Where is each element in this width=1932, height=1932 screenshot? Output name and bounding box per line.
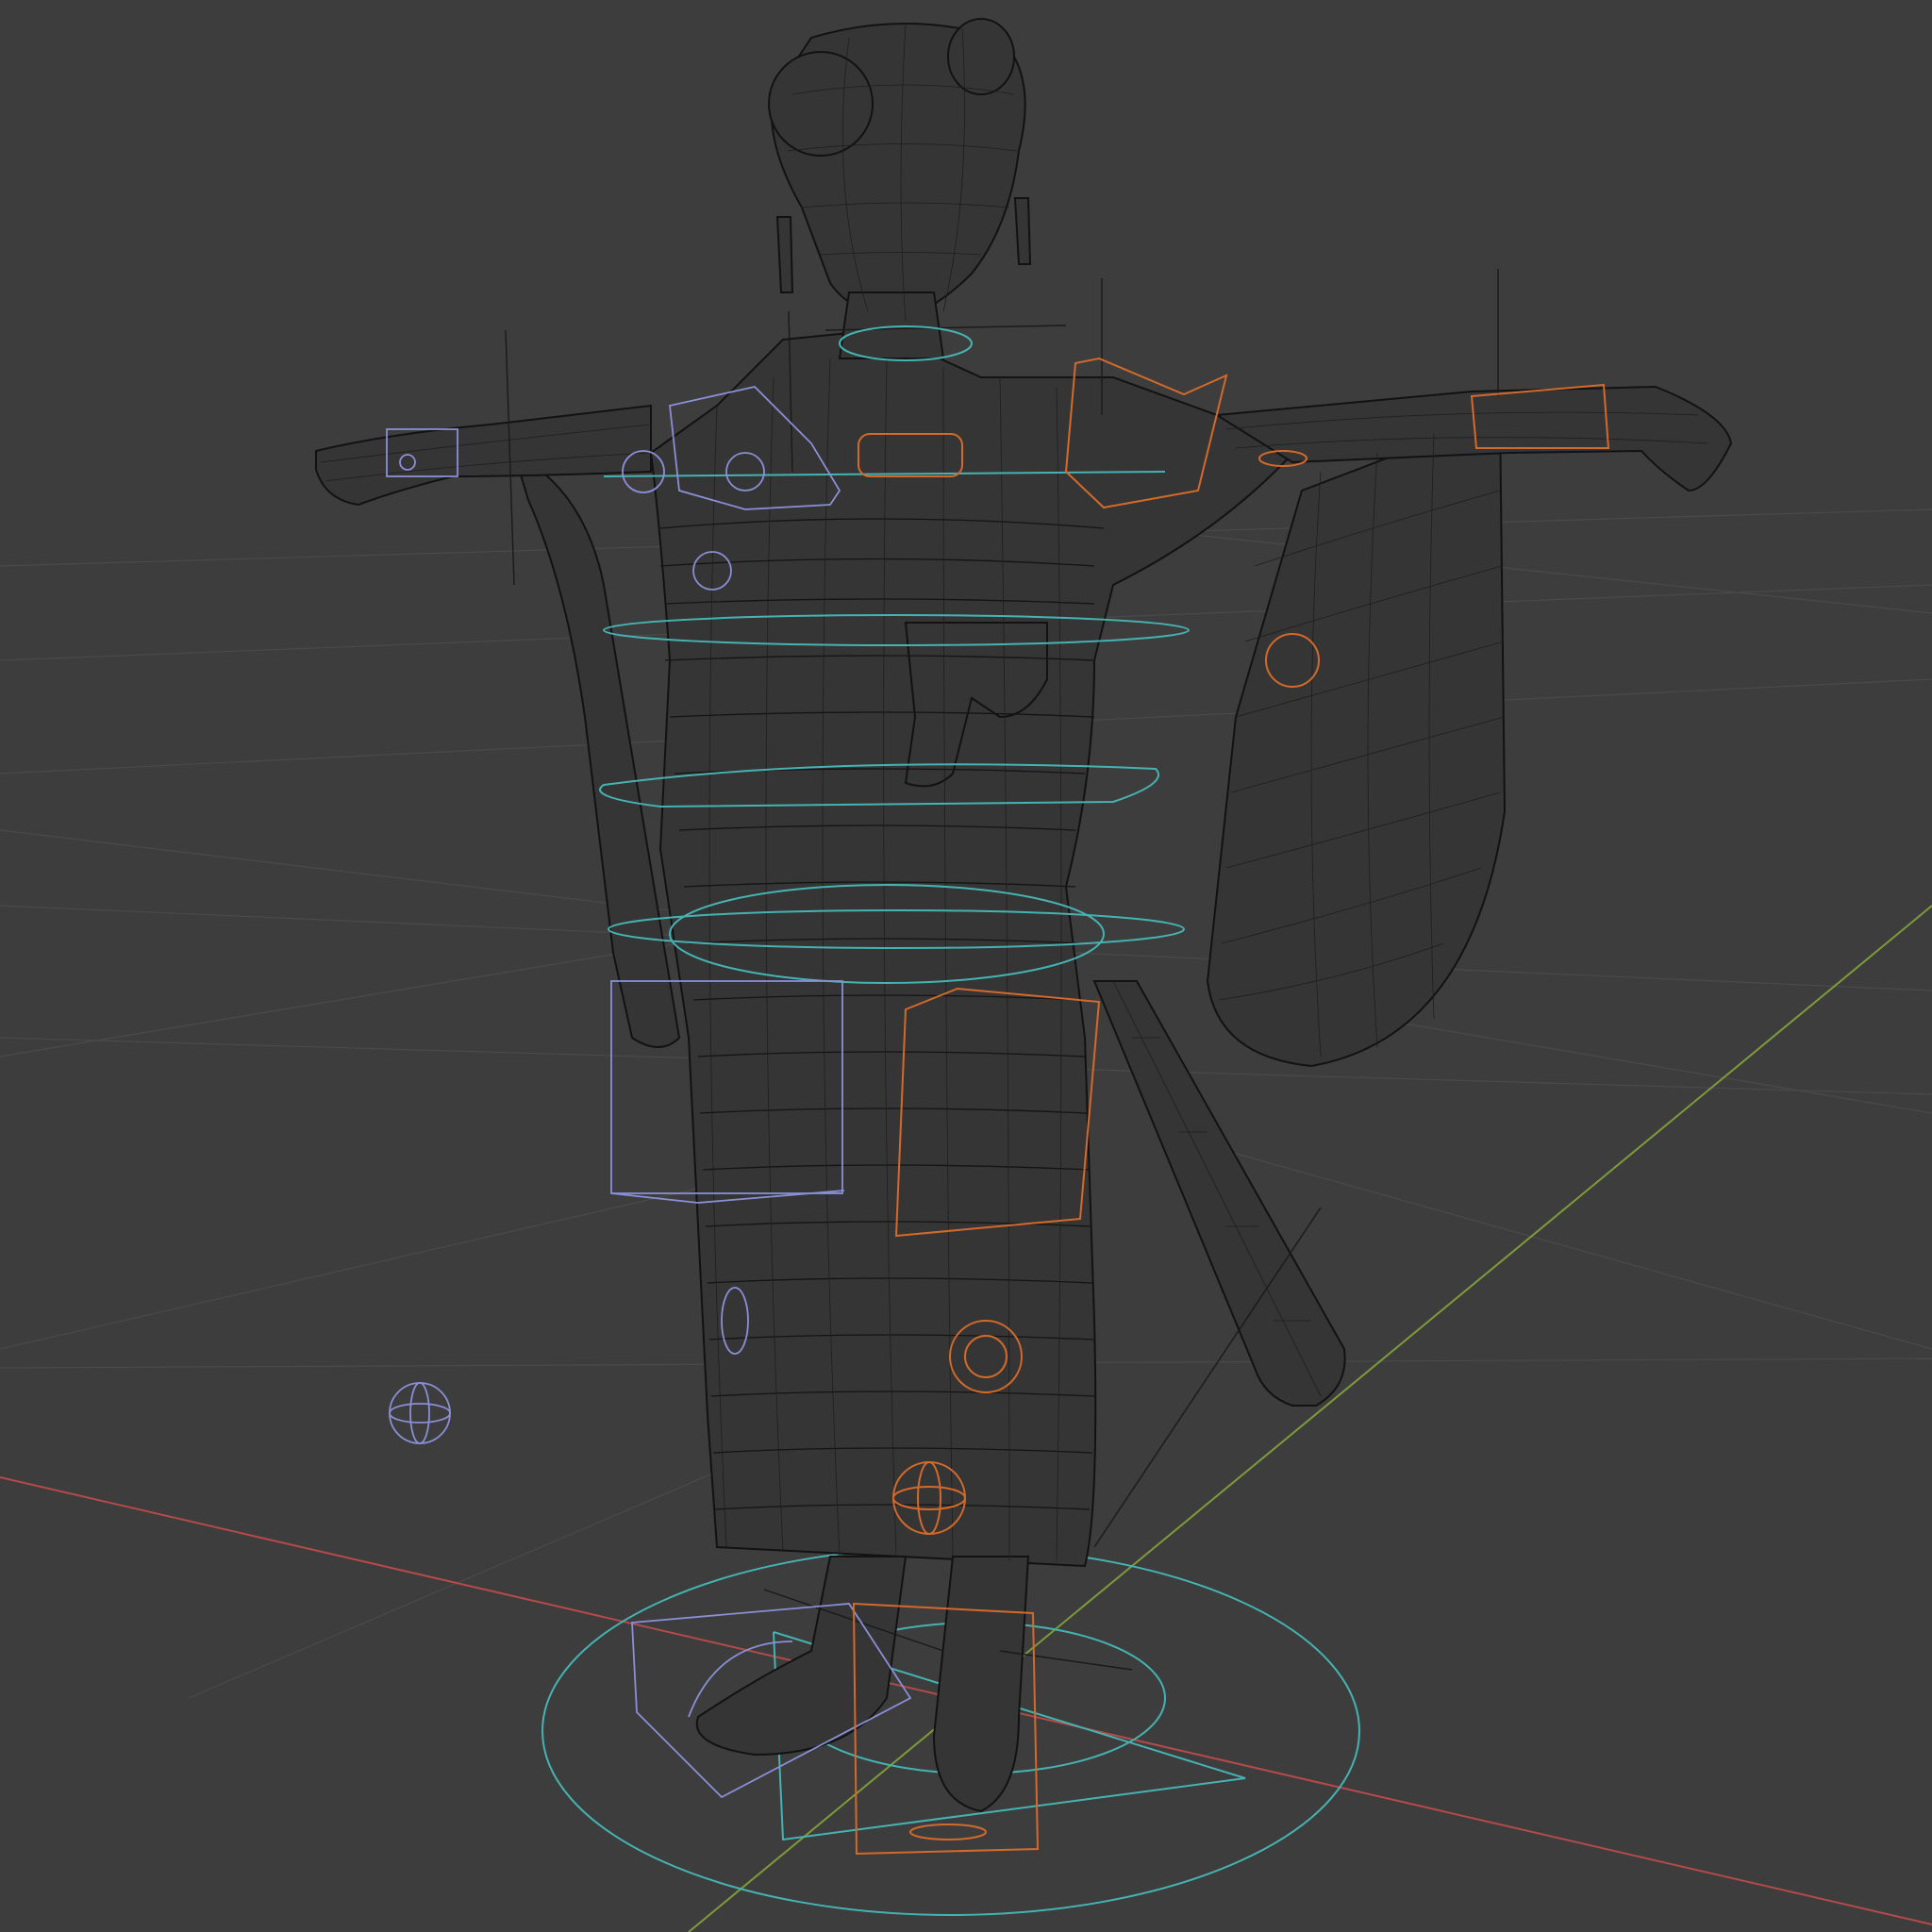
- character-mesh[interactable]: [315, 18, 1733, 1813]
- viewport-canvas[interactable]: [0, 0, 1932, 1932]
- 3d-viewport[interactable]: [0, 0, 1932, 1932]
